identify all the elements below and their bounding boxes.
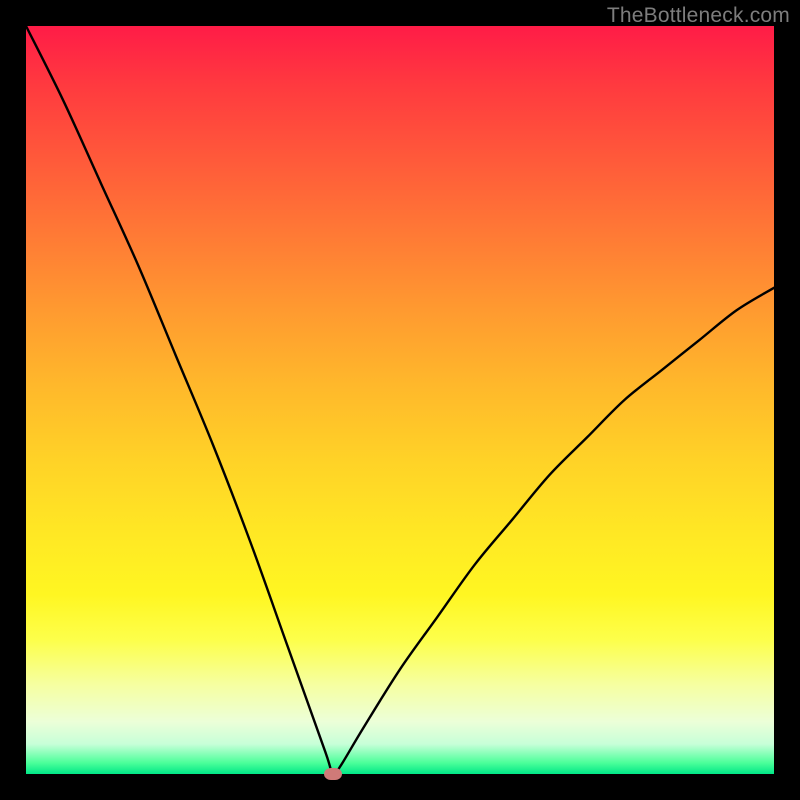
optimum-marker xyxy=(324,768,342,780)
chart-frame: TheBottleneck.com xyxy=(0,0,800,800)
plot-area xyxy=(26,26,774,774)
watermark-text: TheBottleneck.com xyxy=(607,4,790,28)
bottleneck-curve xyxy=(26,26,774,774)
